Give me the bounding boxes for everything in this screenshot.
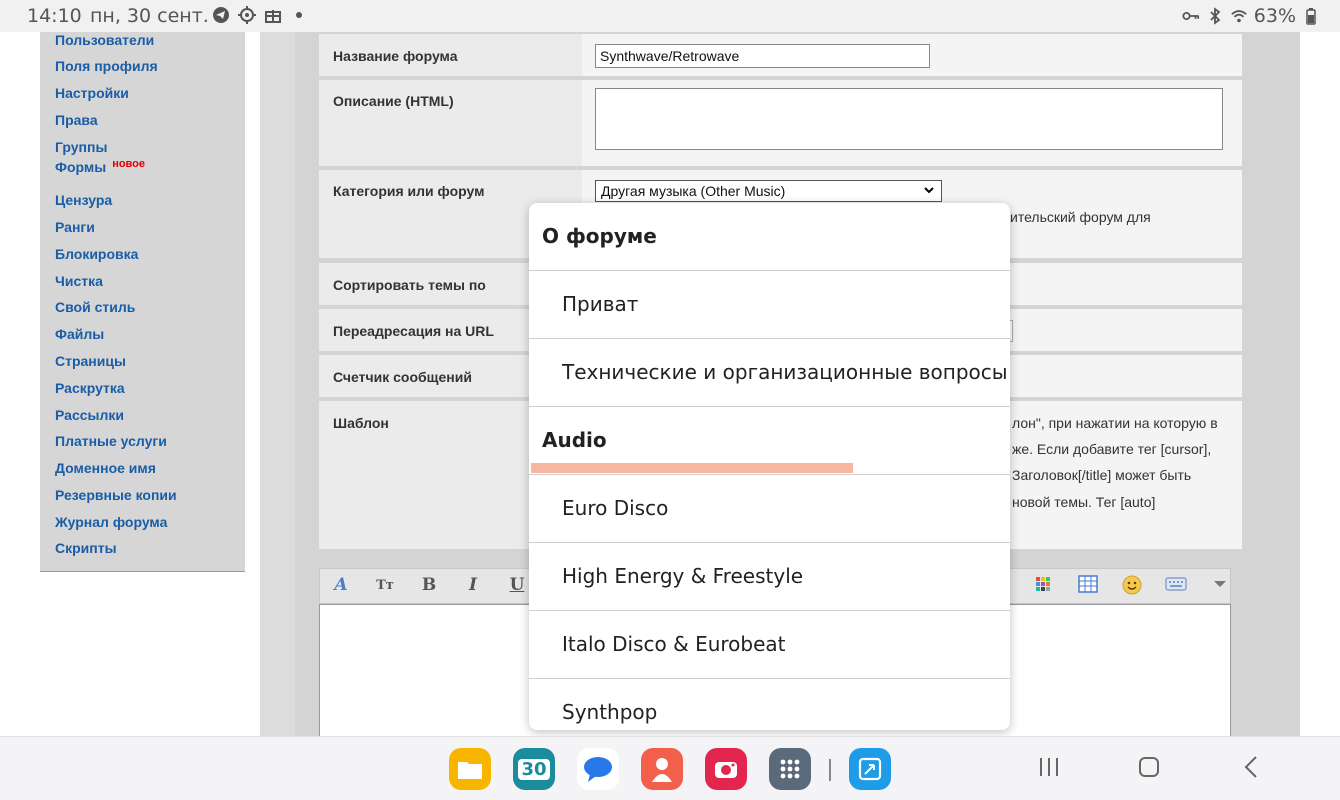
- sidebar-item-forms[interactable]: Формы новое: [55, 158, 146, 177]
- optgroup-label: Audio: [542, 428, 607, 452]
- home-button[interactable]: [1137, 755, 1161, 785]
- status-date: пн, 30 сент.: [90, 5, 209, 27]
- category-select-value: Другая музыка (Other Music): [601, 183, 786, 199]
- optgroup-label: О форуме: [542, 224, 657, 248]
- smiley-icon[interactable]: [1121, 575, 1143, 597]
- template-label: Шаблон: [333, 415, 389, 431]
- recent-apps-button[interactable]: [1037, 755, 1061, 785]
- option-euro-disco[interactable]: Euro Disco: [529, 475, 1010, 543]
- option-private[interactable]: Приват: [529, 271, 1010, 339]
- screenshot-icon[interactable]: [849, 748, 891, 790]
- optgroup-about-forum: О форуме: [529, 203, 1010, 271]
- sidebar-item-cleanup[interactable]: Чистка: [55, 273, 103, 289]
- template-hint-line-3: Заголовок[/title] может быть: [1012, 467, 1192, 483]
- font-button[interactable]: A: [330, 575, 352, 597]
- option-italo-disco-eurobeat[interactable]: Italo Disco & Eurobeat: [529, 611, 1010, 679]
- option-label: Synthpop: [562, 700, 658, 724]
- option-synthpop[interactable]: Synthpop: [529, 679, 1010, 730]
- messages-icon[interactable]: [577, 748, 619, 790]
- underline-button[interactable]: U: [506, 575, 528, 597]
- browser-page: Пользователи Поля профиля Настройки Прав…: [0, 32, 1340, 744]
- sidebar-item-scripts[interactable]: Скрипты: [55, 540, 117, 556]
- sidebar-item-backups[interactable]: Резервные копии: [55, 487, 177, 503]
- keyboard-icon[interactable]: [1165, 575, 1187, 597]
- calendar-icon[interactable]: 30: [513, 748, 555, 790]
- chevron-down-icon: [923, 183, 935, 200]
- forum-name-label: Название форума: [333, 48, 458, 64]
- option-technical-questions[interactable]: Технические и организационные вопросы: [529, 339, 1010, 407]
- sidebar-item-users[interactable]: Пользователи: [55, 32, 154, 48]
- table-icon[interactable]: [1077, 575, 1099, 597]
- contacts-icon[interactable]: [641, 748, 683, 790]
- battery-percent: 63%: [1253, 5, 1296, 27]
- category-dropdown-list: О форуме Приват Технические и организаци…: [529, 203, 1010, 730]
- sort-label: Сортировать темы по: [333, 277, 486, 293]
- android-navigation-bar: 30: [0, 736, 1340, 800]
- template-hint-line-1: лон", при нажатии на которую в: [1012, 415, 1218, 431]
- back-button[interactable]: [1240, 755, 1264, 785]
- counter-label: Счетчик сообщений: [333, 369, 472, 385]
- option-label: Euro Disco: [562, 496, 669, 520]
- option-label: Технические и организационные вопросы: [562, 360, 1008, 384]
- sidebar-item-profile-fields[interactable]: Поля профиля: [55, 58, 158, 74]
- category-hint: ительский форум для: [1010, 209, 1151, 225]
- category-label: Категория или форум: [333, 183, 485, 199]
- sidebar-item-settings[interactable]: Настройки: [55, 85, 129, 101]
- font-size-button[interactable]: Tт: [374, 578, 396, 600]
- bluetooth-icon: [1206, 7, 1224, 25]
- option-label: Приват: [562, 292, 639, 316]
- wifi-icon: [1230, 7, 1248, 25]
- status-time: 14:10: [27, 5, 82, 27]
- files-icon[interactable]: [449, 748, 491, 790]
- key-icon: [1182, 7, 1200, 25]
- sidebar-item-censorship[interactable]: Цензура: [55, 192, 112, 208]
- sidebar-item-mailings[interactable]: Рассылки: [55, 407, 124, 423]
- color-palette-icon[interactable]: [1032, 575, 1054, 597]
- sidebar-item-forum-log[interactable]: Журнал форума: [55, 514, 167, 530]
- italic-button[interactable]: I: [462, 575, 484, 597]
- system-status-icons: 63%: [1182, 5, 1320, 27]
- dock-divider: [829, 759, 831, 781]
- sidebar-item-pages[interactable]: Страницы: [55, 353, 126, 369]
- battery-icon: [1302, 7, 1320, 25]
- camera-icon[interactable]: [705, 748, 747, 790]
- category-select[interactable]: Другая музыка (Other Music): [595, 180, 942, 202]
- sidebar-item-permissions[interactable]: Права: [55, 112, 98, 128]
- bold-button[interactable]: B: [418, 575, 440, 597]
- forum-name-input[interactable]: Synthwave/Retrowave: [595, 44, 930, 68]
- sidebar-item-groups[interactable]: Группы: [55, 139, 107, 155]
- dot-icon: [290, 6, 308, 24]
- option-label: High Energy & Freestyle: [562, 564, 804, 588]
- status-bar: 14:10 пн, 30 сент. 63%: [0, 0, 1340, 32]
- sidebar-item-ranks[interactable]: Ранги: [55, 219, 95, 235]
- more-dropdown-icon[interactable]: [1209, 575, 1231, 597]
- description-textarea[interactable]: [595, 88, 1223, 150]
- option-high-energy-freestyle[interactable]: High Energy & Freestyle: [529, 543, 1010, 611]
- highlight-marker: [531, 463, 853, 473]
- sidebar-item-files[interactable]: Файлы: [55, 326, 104, 342]
- sidebar-item-blocking[interactable]: Блокировка: [55, 246, 138, 262]
- apps-grid-icon[interactable]: [769, 748, 811, 790]
- template-hint-line-4: новой темы. Тег [auto]: [1012, 494, 1156, 510]
- option-label: Italo Disco & Eurobeat: [562, 632, 786, 656]
- sidebar-item-promotion[interactable]: Раскрутка: [55, 380, 125, 396]
- calendar-day: 30: [518, 758, 550, 780]
- telegram-icon: [212, 6, 230, 24]
- new-badge: новое: [112, 158, 146, 170]
- admin-sidebar: Пользователи Поля профиля Настройки Прав…: [40, 32, 245, 572]
- redirect-label: Переадресация на URL: [333, 323, 494, 339]
- notification-icons: [212, 6, 308, 24]
- sidebar-item-paid-services[interactable]: Платные услуги: [55, 433, 167, 449]
- template-hint-line-2: же. Если добавите тег [cursor],: [1012, 441, 1212, 457]
- gift-icon: [264, 6, 282, 24]
- description-label: Описание (HTML): [333, 93, 454, 109]
- sidebar-item-domain[interactable]: Доменное имя: [55, 460, 156, 476]
- location-icon: [238, 6, 256, 24]
- sidebar-item-custom-style[interactable]: Свой стиль: [55, 299, 135, 315]
- sidebar-item-forms-label[interactable]: Формы: [55, 159, 106, 175]
